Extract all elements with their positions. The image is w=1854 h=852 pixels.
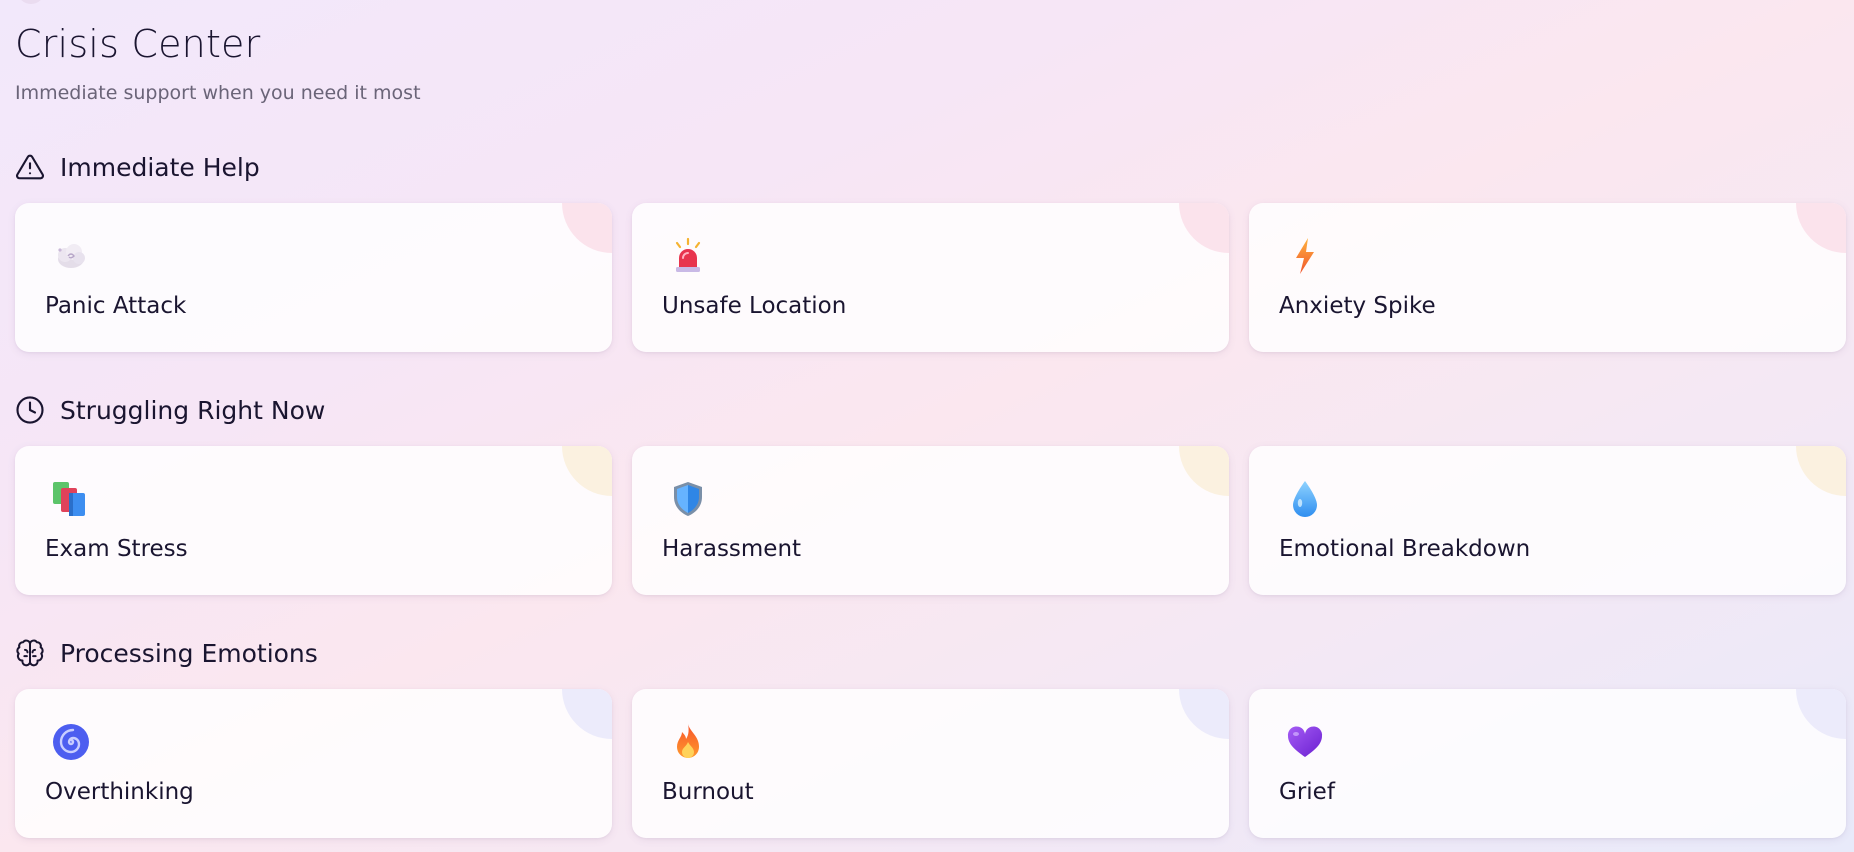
section-header: Struggling Right Now <box>15 393 325 427</box>
card-overthinking[interactable]: Overthinking <box>15 689 612 838</box>
fire-icon <box>668 722 708 762</box>
section-header: Processing Emotions <box>15 636 318 670</box>
card-corner-decoration <box>1796 446 1846 496</box>
card-label: Anxiety Spike <box>1279 293 1436 319</box>
section-header: Immediate Help <box>15 150 260 184</box>
section-title: Processing Emotions <box>60 638 318 668</box>
card-label: Overthinking <box>45 779 194 805</box>
spiral-icon <box>51 722 91 762</box>
card-label: Harassment <box>662 536 802 562</box>
books-icon <box>51 479 91 519</box>
card-label: Exam Stress <box>45 536 188 562</box>
page-title: Crisis Center <box>15 22 261 66</box>
purple-heart-icon <box>1285 722 1325 762</box>
card-panic-attack[interactable]: Panic Attack <box>15 203 612 352</box>
card-label: Emotional Breakdown <box>1279 536 1531 562</box>
alert-triangle-icon <box>15 152 45 182</box>
lightning-bolt-icon <box>1285 236 1325 276</box>
card-corner-decoration <box>1179 689 1229 739</box>
card-emotional-breakdown[interactable]: Emotional Breakdown <box>1249 446 1846 595</box>
card-label: Grief <box>1279 779 1335 805</box>
brain-icon <box>15 638 45 668</box>
card-grid: Panic Attack Unsafe Location Anxiety Spi… <box>15 203 1846 352</box>
card-corner-decoration <box>1179 446 1229 496</box>
section-title: Immediate Help <box>60 152 260 182</box>
card-corner-decoration <box>1796 689 1846 739</box>
card-harassment[interactable]: Harassment <box>632 446 1229 595</box>
card-anxiety-spike[interactable]: Anxiety Spike <box>1249 203 1846 352</box>
shield-icon <box>668 479 708 519</box>
top-avatar-fragment <box>18 0 44 4</box>
page-subtitle: Immediate support when you need it most <box>15 82 421 104</box>
card-burnout[interactable]: Burnout <box>632 689 1229 838</box>
card-grief[interactable]: Grief <box>1249 689 1846 838</box>
card-label: Burnout <box>662 779 754 805</box>
card-corner-decoration <box>562 446 612 496</box>
card-exam-stress[interactable]: Exam Stress <box>15 446 612 595</box>
dizzy-cloud-icon <box>51 236 91 276</box>
card-grid: Overthinking Burnout Grief <box>15 689 1846 838</box>
card-label: Unsafe Location <box>662 293 847 319</box>
card-corner-decoration <box>1796 203 1846 253</box>
police-siren-icon <box>668 236 708 276</box>
card-grid: Exam Stress Harassment Emotional Breakdo… <box>15 446 1846 595</box>
section-title: Struggling Right Now <box>60 395 326 425</box>
card-corner-decoration <box>562 689 612 739</box>
card-corner-decoration <box>1179 203 1229 253</box>
card-unsafe-location[interactable]: Unsafe Location <box>632 203 1229 352</box>
clock-icon <box>15 395 45 425</box>
card-corner-decoration <box>562 203 612 253</box>
card-label: Panic Attack <box>45 293 187 319</box>
droplet-icon <box>1285 479 1325 519</box>
